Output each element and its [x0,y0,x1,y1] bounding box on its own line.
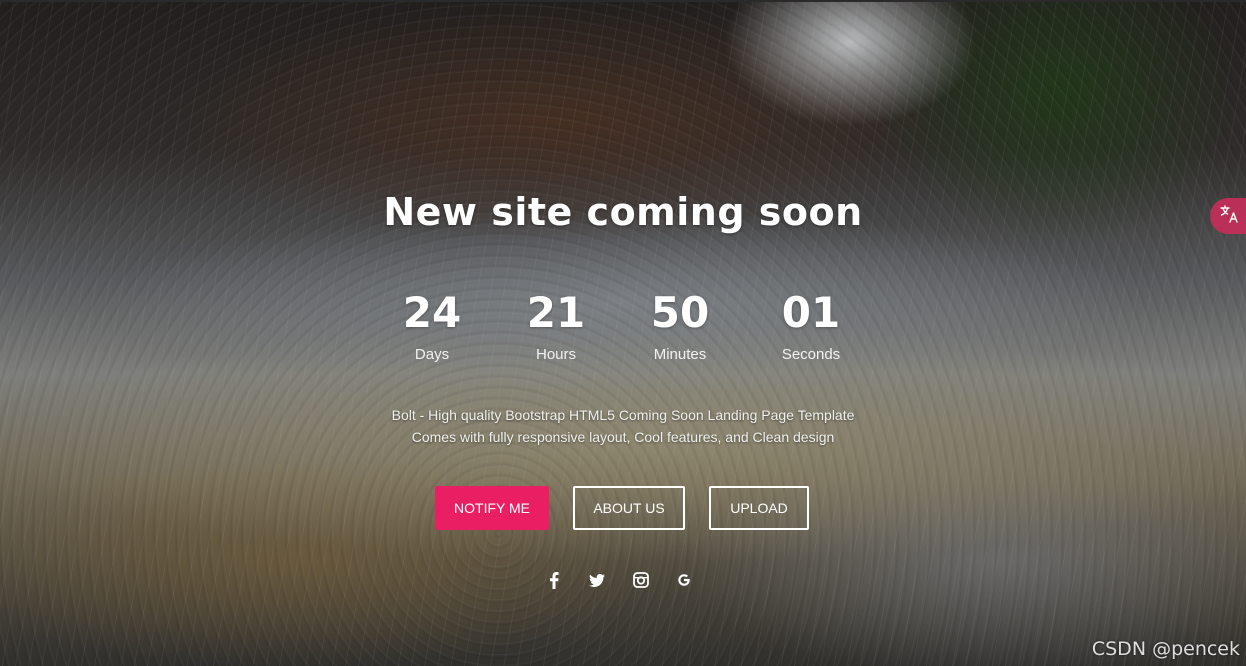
countdown-days: 24 Days [372,288,492,363]
upload-button[interactable]: UPLOAD [709,486,809,530]
countdown-minutes-label: Minutes [653,346,707,363]
translate-widget[interactable] [1210,198,1246,234]
countdown-hours-label: Hours [535,346,576,363]
countdown-seconds: 01 Seconds [751,288,871,363]
facebook-icon[interactable] [542,568,566,592]
countdown-days-label: Days [414,346,450,363]
description: Bolt - High quality Bootstrap HTML5 Comi… [0,404,1246,448]
translate-icon [1220,204,1240,228]
countdown-minutes: 50 Minutes [620,288,740,363]
instagram-icon[interactable] [629,568,653,592]
page-title: New site coming soon [383,190,863,234]
countdown-minutes-value: 50 [650,288,710,337]
description-line-1: Bolt - High quality Bootstrap HTML5 Comi… [391,407,855,423]
browser-viewport: New site coming soon 24 Days 21 Hours 50… [0,0,1246,666]
google-icon[interactable] [672,568,696,592]
countdown-timer: 24 Days 21 Hours 50 Minutes 01 Seconds [0,288,1246,368]
about-us-button[interactable]: ABOUT US [573,486,685,530]
description-line-2: Comes with fully responsive layout, Cool… [411,429,835,445]
hero-section: New site coming soon 24 Days 21 Hours 50… [0,2,1246,666]
twitter-icon[interactable] [585,568,609,592]
countdown-hours: 21 Hours [496,288,616,363]
countdown-seconds-value: 01 [781,288,841,337]
notify-me-button[interactable]: NOTIFY ME [435,486,549,530]
social-links [0,568,1246,592]
countdown-seconds-label: Seconds [781,346,841,363]
watermark: CSDN @pencek [1091,638,1240,660]
countdown-hours-value: 21 [526,288,586,337]
countdown-days-value: 24 [402,288,462,337]
